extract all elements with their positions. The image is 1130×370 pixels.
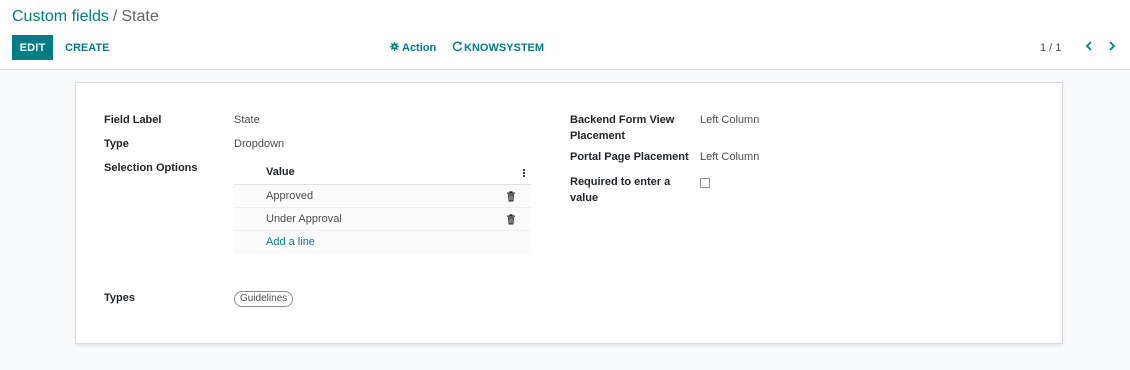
row-value: Approved: [266, 190, 314, 202]
knowsystem-label: KNOWSYSTEM: [464, 42, 545, 54]
control-panel: Custom fields/State EDIT CREATE Action: [0, 0, 1130, 70]
create-button[interactable]: CREATE: [58, 35, 116, 60]
pager-value[interactable]: 1 / 1: [1040, 40, 1061, 56]
chevron-left-icon: [1085, 40, 1093, 54]
table-header: Value: [234, 161, 531, 185]
required-label: Required to enter a value: [570, 174, 670, 206]
label-line: Required to enter a: [570, 176, 671, 188]
selection-options-label: Selection Options: [104, 162, 198, 174]
types-label: Types: [104, 292, 135, 304]
action-menu[interactable]: Action: [390, 40, 436, 56]
trash-icon[interactable]: [506, 214, 516, 225]
form-sheet: Field Label State Type Dropdown Selectio…: [75, 82, 1063, 344]
table-row[interactable]: Approved: [234, 185, 531, 208]
row-value: Under Approval: [266, 213, 342, 225]
label-line: value: [570, 192, 599, 204]
pager-previous-button[interactable]: [1081, 38, 1097, 56]
column-options-icon[interactable]: [521, 166, 527, 180]
portal-page-placement-value: Left Column: [700, 151, 760, 163]
chevron-right-icon: [1108, 40, 1116, 54]
refresh-icon: [452, 41, 463, 55]
label-line: Placement: [570, 130, 626, 142]
selection-options-table: Value Approved Under Approval Add a line: [234, 161, 531, 254]
type-value: Dropdown: [234, 138, 285, 150]
breadcrumb-separator: /: [112, 8, 118, 25]
value-column-header[interactable]: Value: [266, 166, 295, 178]
breadcrumb: Custom fields / State: [12, 7, 159, 27]
required-checkbox[interactable]: [700, 178, 710, 188]
type-label: Type: [104, 138, 129, 150]
action-label: Action: [402, 42, 437, 54]
portal-page-placement-label: Portal Page Placement: [570, 151, 689, 163]
add-line-row: Add a line: [234, 231, 531, 254]
knowsystem-menu[interactable]: KNOWSYSTEM: [452, 40, 544, 56]
field-label-label: Field Label: [104, 114, 162, 126]
backend-form-view-placement-label: Backend Form View Placement: [570, 112, 674, 144]
breadcrumb-parent-link[interactable]: Custom fields: [12, 8, 109, 25]
label-line: Backend Form View: [570, 114, 675, 126]
gear-icon: [390, 42, 399, 54]
breadcrumb-current: State: [121, 8, 159, 25]
table-row[interactable]: Under Approval: [234, 208, 531, 231]
backend-form-view-placement-value: Left Column: [700, 114, 760, 126]
trash-icon[interactable]: [506, 191, 516, 202]
tag-badge[interactable]: Guidelines: [234, 291, 294, 307]
pager-next-button[interactable]: [1104, 38, 1120, 56]
field-label-value: State: [234, 114, 260, 126]
edit-button[interactable]: EDIT: [12, 35, 53, 60]
add-line-link[interactable]: Add a line: [266, 236, 315, 248]
